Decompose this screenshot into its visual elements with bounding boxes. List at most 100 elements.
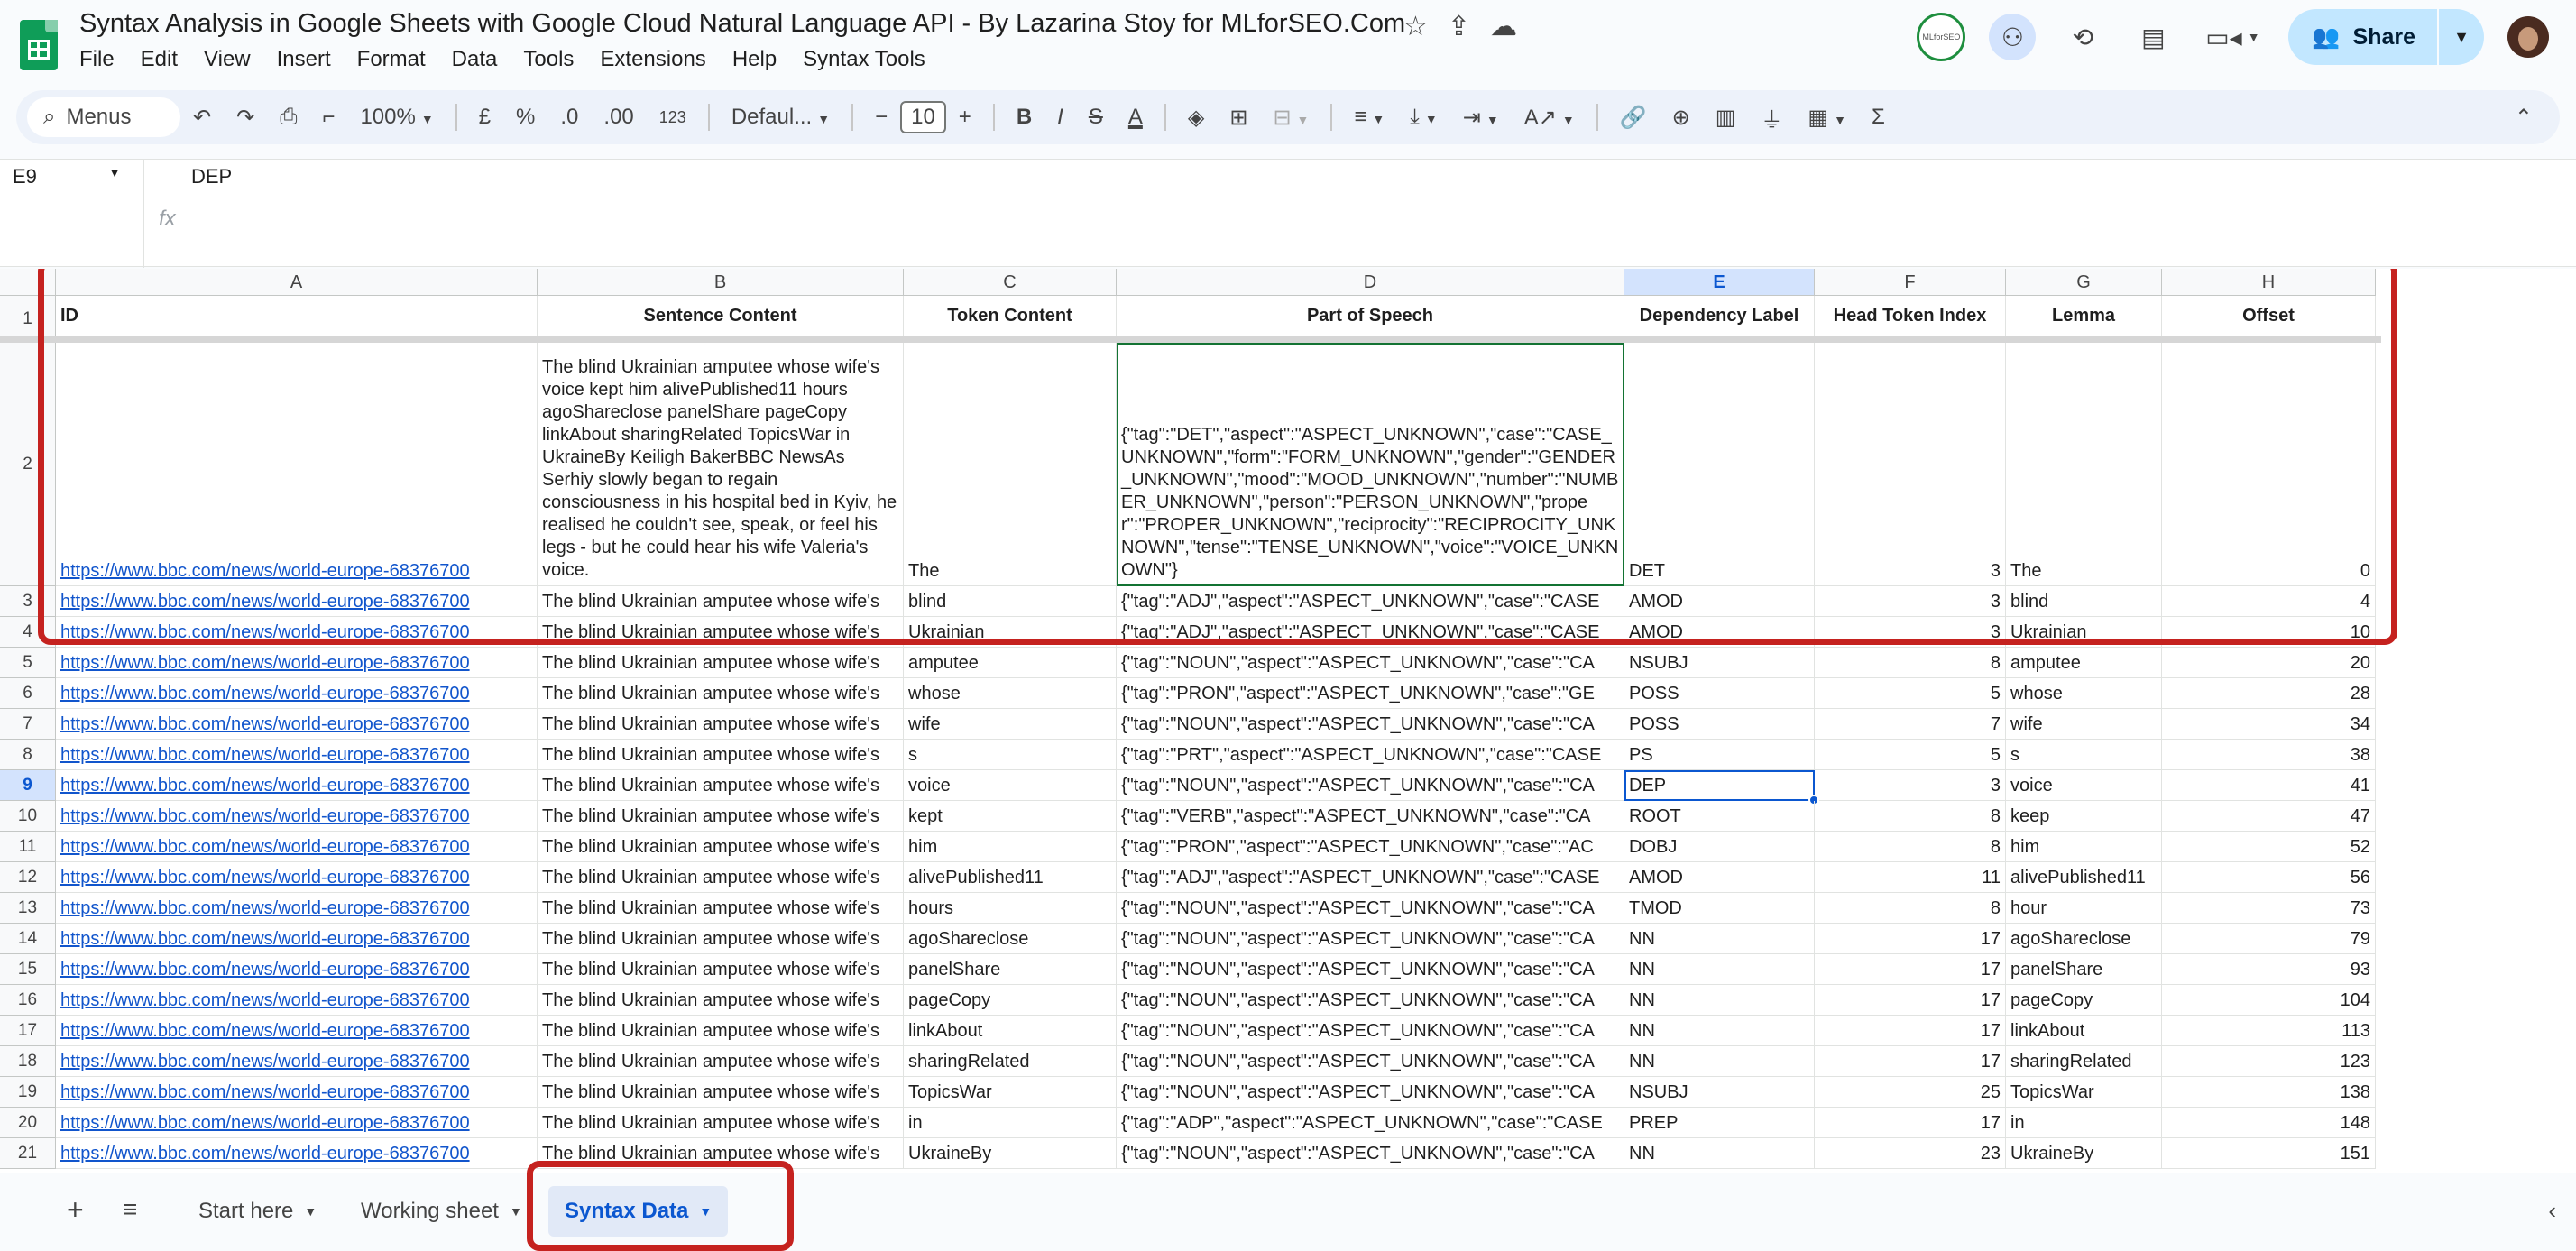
sentence-cell[interactable]: The blind Ukrainian amputee whose wife's: [538, 893, 904, 924]
filter-icon[interactable]: ⏚: [1748, 102, 1795, 133]
text-wrapping-icon[interactable]: ⇥ ▼: [1450, 105, 1512, 131]
menu-help[interactable]: Help: [732, 47, 790, 72]
dependency-cell[interactable]: NN: [1624, 1016, 1815, 1046]
dependency-cell[interactable]: TMOD: [1624, 893, 1815, 924]
head-index-cell[interactable]: 17: [1815, 1016, 2006, 1046]
token-cell[interactable]: sharingRelated: [904, 1046, 1117, 1077]
sheet-tab-start-here[interactable]: Start here ▼: [182, 1186, 333, 1237]
head-index-cell[interactable]: 17: [1815, 985, 2006, 1016]
id-cell[interactable]: https://www.bbc.com/news/world-europe-68…: [56, 862, 538, 893]
offset-cell[interactable]: 138: [2162, 1077, 2376, 1108]
row-header[interactable]: 7: [0, 709, 56, 740]
dependency-cell[interactable]: NN: [1624, 1046, 1815, 1077]
meet-button[interactable]: ▭◂ ▼: [2200, 14, 2265, 60]
formula-input[interactable]: DEP: [191, 165, 232, 189]
row-header[interactable]: 12: [0, 862, 56, 893]
gemini-chat-button[interactable]: ⚇: [1989, 14, 2037, 60]
token-cell[interactable]: agoShareclose: [904, 924, 1117, 954]
borders-icon[interactable]: ⊞: [1217, 105, 1260, 131]
token-cell[interactable]: hours: [904, 893, 1117, 924]
sentence-cell[interactable]: The blind Ukrainian amputee whose wife's: [538, 985, 904, 1016]
font-select[interactable]: Defaul... ▼: [719, 105, 842, 130]
head-index-cell[interactable]: 8: [1815, 801, 2006, 832]
offset-cell[interactable]: 113: [2162, 1016, 2376, 1046]
head-index-cell[interactable]: 5: [1815, 740, 2006, 770]
bold-icon[interactable]: B: [1004, 105, 1044, 130]
sentence-cell[interactable]: The blind Ukrainian amputee whose wife's: [538, 770, 904, 801]
offset-cell[interactable]: 79: [2162, 924, 2376, 954]
dependency-cell[interactable]: ROOT: [1624, 801, 1815, 832]
move-to-drive-icon[interactable]: ⇪: [1448, 11, 1470, 42]
dependency-cell[interactable]: DOBJ: [1624, 832, 1815, 862]
zoom-select[interactable]: 100% ▼: [347, 105, 446, 130]
increase-decimal-button[interactable]: .00: [591, 105, 646, 130]
pos-cell[interactable]: {"tag":"PRON","aspect":"ASPECT_UNKNOWN",…: [1117, 832, 1624, 862]
text-rotation-icon[interactable]: A↗ ▼: [1512, 105, 1587, 131]
sentence-cell[interactable]: The blind Ukrainian amputee whose wife's: [538, 924, 904, 954]
horizontal-align-icon[interactable]: ≡ ▼: [1341, 105, 1397, 130]
token-cell[interactable]: wife: [904, 709, 1117, 740]
head-index-cell[interactable]: 7: [1815, 709, 2006, 740]
menu-search[interactable]: ⌕ Menus: [27, 97, 180, 137]
head-index-cell[interactable]: 17: [1815, 954, 2006, 985]
id-cell[interactable]: https://www.bbc.com/news/world-europe-68…: [56, 801, 538, 832]
id-cell[interactable]: https://www.bbc.com/news/world-europe-68…: [56, 1046, 538, 1077]
row-header[interactable]: 15: [0, 954, 56, 985]
row-header[interactable]: 11: [0, 832, 56, 862]
functions-icon[interactable]: Σ: [1859, 105, 1898, 130]
head-index-cell[interactable]: 8: [1815, 832, 2006, 862]
offset-cell[interactable]: 52: [2162, 832, 2376, 862]
row-header[interactable]: 14: [0, 924, 56, 954]
head-index-cell[interactable]: 17: [1815, 1108, 2006, 1138]
dependency-cell[interactable]: NN: [1624, 954, 1815, 985]
id-cell[interactable]: https://www.bbc.com/news/world-europe-68…: [56, 1077, 538, 1108]
offset-cell[interactable]: 47: [2162, 801, 2376, 832]
lemma-cell[interactable]: whose: [2006, 678, 2162, 709]
offset-cell[interactable]: 123: [2162, 1046, 2376, 1077]
menu-file[interactable]: File: [79, 47, 128, 72]
id-cell[interactable]: https://www.bbc.com/news/world-europe-68…: [56, 709, 538, 740]
dependency-cell[interactable]: NN: [1624, 924, 1815, 954]
sentence-cell[interactable]: The blind Ukrainian amputee whose wife's: [538, 709, 904, 740]
row-header[interactable]: 13: [0, 893, 56, 924]
row-header[interactable]: 19: [0, 1077, 56, 1108]
sentence-cell[interactable]: The blind Ukrainian amputee whose wife's: [538, 862, 904, 893]
dependency-cell[interactable]: NSUBJ: [1624, 648, 1815, 678]
lemma-cell[interactable]: amputee: [2006, 648, 2162, 678]
offset-cell[interactable]: 73: [2162, 893, 2376, 924]
head-index-cell[interactable]: 3: [1815, 770, 2006, 801]
lemma-cell[interactable]: panelShare: [2006, 954, 2162, 985]
filter-views-icon[interactable]: ▦ ▼: [1795, 105, 1859, 131]
offset-cell[interactable]: 38: [2162, 740, 2376, 770]
sheets-logo-icon[interactable]: [20, 20, 58, 70]
redo-icon[interactable]: ↷: [224, 105, 267, 131]
lemma-cell[interactable]: s: [2006, 740, 2162, 770]
explore-collapse-icon[interactable]: ‹: [2548, 1197, 2556, 1225]
pos-cell[interactable]: {"tag":"NOUN","aspect":"ASPECT_UNKNOWN",…: [1117, 648, 1624, 678]
menu-edit[interactable]: Edit: [141, 47, 191, 72]
pos-cell[interactable]: {"tag":"NOUN","aspect":"ASPECT_UNKNOWN",…: [1117, 954, 1624, 985]
id-cell[interactable]: https://www.bbc.com/news/world-europe-68…: [56, 1138, 538, 1169]
add-sheet-icon[interactable]: +: [67, 1193, 84, 1227]
sentence-cell[interactable]: The blind Ukrainian amputee whose wife's: [538, 648, 904, 678]
token-cell[interactable]: voice: [904, 770, 1117, 801]
spreadsheet-grid[interactable]: A B C D E F G H 1 ID Sentence Content Token Content…: [0, 269, 2576, 1173]
pos-cell[interactable]: {"tag":"ADJ","aspect":"ASPECT_UNKNOWN","…: [1117, 862, 1624, 893]
id-cell[interactable]: https://www.bbc.com/news/world-europe-68…: [56, 832, 538, 862]
chevron-down-icon[interactable]: ▼: [304, 1204, 317, 1219]
insert-chart-icon[interactable]: ▥: [1703, 105, 1749, 131]
version-history-button[interactable]: ⟲: [2059, 14, 2106, 60]
lemma-cell[interactable]: UkraineBy: [2006, 1138, 2162, 1169]
decrease-font-size-icon[interactable]: −: [862, 105, 900, 130]
sentence-cell[interactable]: The blind Ukrainian amputee whose wife's: [538, 1108, 904, 1138]
text-color-icon[interactable]: A: [1116, 105, 1155, 130]
dependency-cell[interactable]: POSS: [1624, 709, 1815, 740]
pos-cell[interactable]: {"tag":"NOUN","aspect":"ASPECT_UNKNOWN",…: [1117, 924, 1624, 954]
collapse-toolbar-icon[interactable]: ⌃: [2502, 105, 2545, 131]
sentence-cell[interactable]: The blind Ukrainian amputee whose wife's: [538, 1016, 904, 1046]
sheet-tab-working-sheet[interactable]: Working sheet ▼: [345, 1186, 538, 1237]
lemma-cell[interactable]: keep: [2006, 801, 2162, 832]
dependency-cell[interactable]: AMOD: [1624, 862, 1815, 893]
sentence-cell[interactable]: The blind Ukrainian amputee whose wife's: [538, 801, 904, 832]
offset-cell[interactable]: 151: [2162, 1138, 2376, 1169]
